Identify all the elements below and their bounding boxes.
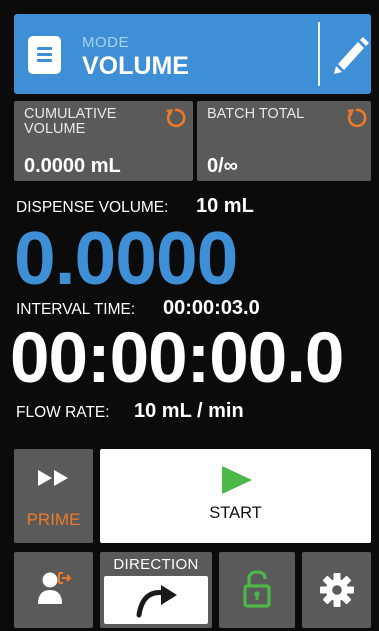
reset-icon[interactable]: [345, 107, 367, 129]
direction-label: DIRECTION: [113, 556, 199, 573]
batch-total-value: 0/∞: [207, 155, 238, 177]
user-logout-button[interactable]: [14, 552, 93, 628]
direction-button[interactable]: DIRECTION: [100, 552, 212, 628]
batch-total-label: BATCH TOTAL: [207, 106, 305, 122]
mode-value: VOLUME: [82, 52, 189, 80]
interval-time-label: INTERVAL TIME:: [16, 301, 136, 318]
fast-forward-icon: [38, 470, 68, 486]
start-button[interactable]: START: [100, 449, 371, 543]
time-readout: 00:00:00.0: [10, 319, 344, 398]
cumulative-volume-value: 0.0000 mL: [24, 155, 121, 177]
direction-toggle[interactable]: [104, 576, 208, 624]
start-label: START: [209, 504, 262, 522]
unlock-icon: [243, 570, 271, 608]
cumulative-volume-label: CUMULATIVE VOLUME: [24, 106, 117, 137]
settings-button[interactable]: [302, 552, 371, 628]
mode-divider: [318, 22, 320, 86]
flow-rate-label: FLOW RATE:: [16, 404, 110, 421]
gear-icon: [320, 573, 354, 607]
reset-icon[interactable]: [164, 107, 186, 129]
lock-button[interactable]: [219, 552, 295, 628]
dispense-volume-value[interactable]: 10 mL: [196, 195, 254, 218]
flow-rate-value[interactable]: 10 mL / min: [134, 400, 244, 423]
user-logout-icon: [38, 572, 72, 604]
mode-bar[interactable]: MODE VOLUME: [14, 14, 371, 94]
interval-time-value[interactable]: 00:00:03.0: [163, 297, 260, 320]
dispense-volume-label: DISPENSE VOLUME:: [16, 199, 169, 216]
document-icon: [28, 36, 61, 74]
volume-readout: 0.0000: [14, 216, 238, 300]
prime-button[interactable]: PRIME: [14, 449, 93, 543]
cumulative-volume-panel: CUMULATIVE VOLUME 0.0000 mL: [14, 101, 193, 181]
play-icon: [222, 466, 252, 494]
prime-label: PRIME: [26, 510, 81, 529]
batch-total-panel: BATCH TOTAL 0/∞: [197, 101, 371, 181]
curved-arrow-icon: [136, 585, 177, 618]
mode-label: MODE: [82, 34, 129, 51]
pencil-icon[interactable]: [332, 34, 370, 74]
